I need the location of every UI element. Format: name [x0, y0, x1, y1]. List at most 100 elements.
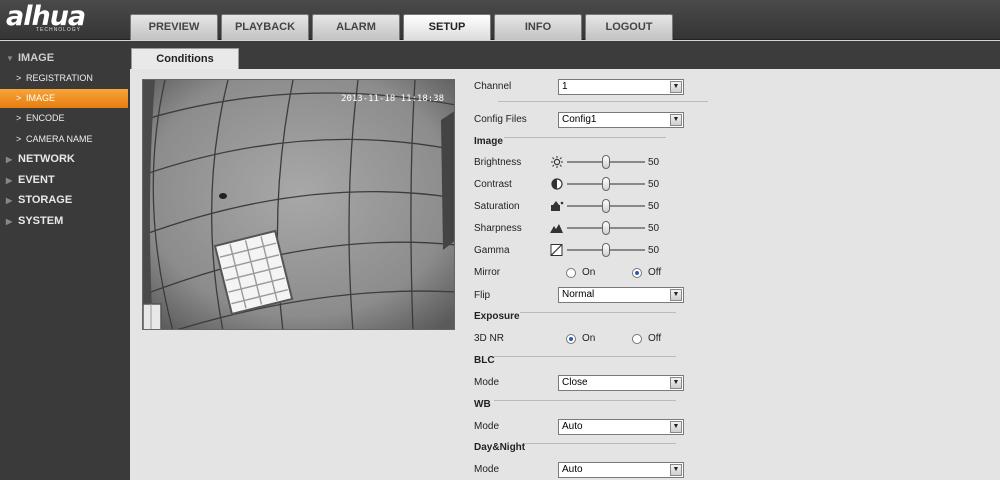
sidebar-item-label: CAMERA NAME: [26, 134, 93, 144]
sidebar-item-camera-name[interactable]: > CAMERA NAME: [0, 130, 128, 149]
contrast-label: Contrast: [474, 179, 512, 190]
sidebar-item-system[interactable]: ▶ SYSTEM: [0, 211, 128, 231]
section-wb: WB: [474, 399, 491, 410]
config-files-select-value: Config1: [562, 114, 597, 125]
sidebar-item-label: NETWORK: [18, 153, 75, 165]
section-day-night: Day&Night: [474, 442, 526, 453]
sub-tab-bar: Conditions: [130, 41, 1000, 69]
section-image: Image: [474, 136, 503, 147]
wb-mode-label: Mode: [474, 421, 500, 432]
gamma-label: Gamma: [474, 245, 510, 256]
brightness-slider-thumb[interactable]: [602, 155, 610, 169]
sidebar-item-label: IMAGE: [26, 93, 56, 103]
tab-playback[interactable]: PLAYBACK: [221, 14, 309, 40]
mirror-on-label: On: [582, 267, 596, 278]
sidebar-item-label: EVENT: [18, 174, 55, 186]
contrast-value: 50: [648, 179, 660, 190]
triangle-right-icon: ▶: [6, 196, 13, 205]
contrast-icon: [551, 178, 563, 190]
divider: [504, 137, 666, 138]
sidebar: ▼ IMAGE > REGISTRATION > IMAGE > ENCODE > CAM…: [0, 41, 130, 480]
divider: [520, 312, 676, 313]
sidebar-item-encode[interactable]: > ENCODE: [0, 109, 128, 128]
brightness-label: Brightness: [474, 157, 522, 168]
brand-logo: alhua TECHNOLOGY: [6, 2, 116, 36]
3d-nr-on-radio[interactable]: [566, 334, 576, 344]
sidebar-item-event[interactable]: ▶ EVENT: [0, 170, 128, 190]
sidebar-item-storage[interactable]: ▶ STORAGE: [0, 190, 128, 210]
preview-timestamp: 2013-11-18 11:18:38: [341, 94, 444, 104]
config-files-label: Config Files: [474, 114, 527, 125]
divider: [498, 101, 708, 102]
triangle-right-icon: ▶: [6, 217, 13, 226]
sharpness-slider-thumb[interactable]: [602, 221, 610, 235]
sidebar-item-image[interactable]: ▼ IMAGE: [0, 48, 128, 68]
tab-info[interactable]: INFO: [494, 14, 582, 40]
camera-preview: 2013-11-18 11:18:38: [142, 79, 455, 330]
3d-nr-off-radio[interactable]: [632, 334, 642, 344]
saturation-slider-thumb[interactable]: [602, 199, 610, 213]
tab-conditions[interactable]: Conditions: [131, 48, 239, 69]
3d-nr-off-label: Off: [648, 333, 662, 344]
section-blc: BLC: [474, 355, 495, 366]
brightness-icon: [551, 156, 563, 168]
chevron-down-icon: ▼: [670, 464, 682, 476]
sidebar-item-label: STORAGE: [18, 194, 73, 206]
day-night-mode-select-value: Auto: [562, 464, 583, 475]
chevron-down-icon: ▼: [670, 377, 682, 389]
sidebar-item-label: ENCODE: [26, 113, 65, 123]
divider: [524, 443, 676, 444]
config-files-select[interactable]: Config1 ▼: [558, 112, 684, 128]
saturation-label: Saturation: [474, 201, 520, 212]
day-night-mode-label: Mode: [474, 464, 500, 475]
blc-mode-label: Mode: [474, 377, 500, 388]
saturation-icon: [551, 201, 564, 211]
sharpness-value: 50: [648, 223, 660, 234]
triangle-right-icon: ▶: [6, 176, 13, 185]
channel-select[interactable]: 1 ▼: [558, 79, 684, 95]
chevron-right-icon: >: [16, 73, 22, 83]
channel-select-value: 1: [562, 81, 568, 92]
contrast-slider-thumb[interactable]: [602, 177, 610, 191]
sidebar-item-network[interactable]: ▶ NETWORK: [0, 149, 128, 169]
divider: [494, 356, 676, 357]
mirror-on-radio[interactable]: [566, 268, 576, 278]
sidebar-item-label: SYSTEM: [18, 215, 64, 227]
top-header: alhua TECHNOLOGY PREVIEW PLAYBACK ALARM …: [0, 0, 1000, 40]
chevron-down-icon: ▼: [670, 289, 682, 301]
sidebar-item-registration[interactable]: > REGISTRATION: [0, 69, 128, 88]
wb-mode-select-value: Auto: [562, 421, 583, 432]
chevron-right-icon: >: [16, 93, 22, 103]
3d-nr-on-label: On: [582, 333, 596, 344]
saturation-value: 50: [648, 201, 660, 212]
day-night-mode-select[interactable]: Auto ▼: [558, 462, 684, 478]
flip-select[interactable]: Normal ▼: [558, 287, 684, 303]
gamma-value: 50: [648, 245, 660, 256]
triangle-down-icon: ▼: [6, 54, 14, 63]
wb-mode-select[interactable]: Auto ▼: [558, 419, 684, 435]
logo-tagline: TECHNOLOGY: [36, 27, 82, 33]
tab-preview[interactable]: PREVIEW: [130, 14, 218, 40]
section-exposure: Exposure: [474, 311, 520, 322]
sharpness-icon: [550, 224, 563, 233]
chevron-down-icon: ▼: [670, 81, 682, 93]
flip-label: Flip: [474, 290, 491, 301]
gamma-slider-thumb[interactable]: [602, 243, 610, 257]
channel-label: Channel: [474, 81, 512, 92]
blc-mode-select[interactable]: Close ▼: [558, 375, 684, 391]
divider: [494, 400, 676, 401]
triangle-right-icon: ▶: [6, 155, 13, 164]
3d-nr-label: 3D NR: [474, 333, 505, 344]
brightness-value: 50: [648, 157, 660, 168]
mirror-off-radio[interactable]: [632, 268, 642, 278]
sidebar-item-image-settings[interactable]: > IMAGE: [0, 89, 128, 108]
sharpness-label: Sharpness: [474, 223, 522, 234]
chevron-down-icon: ▼: [670, 114, 682, 126]
tab-logout[interactable]: LOGOUT: [585, 14, 673, 40]
tab-alarm[interactable]: ALARM: [312, 14, 400, 40]
flip-select-value: Normal: [562, 289, 595, 300]
tab-setup[interactable]: SETUP: [403, 14, 491, 40]
camera-preview-image: [143, 80, 454, 329]
mirror-off-label: Off: [648, 267, 662, 278]
sidebar-item-label: IMAGE: [18, 52, 55, 64]
